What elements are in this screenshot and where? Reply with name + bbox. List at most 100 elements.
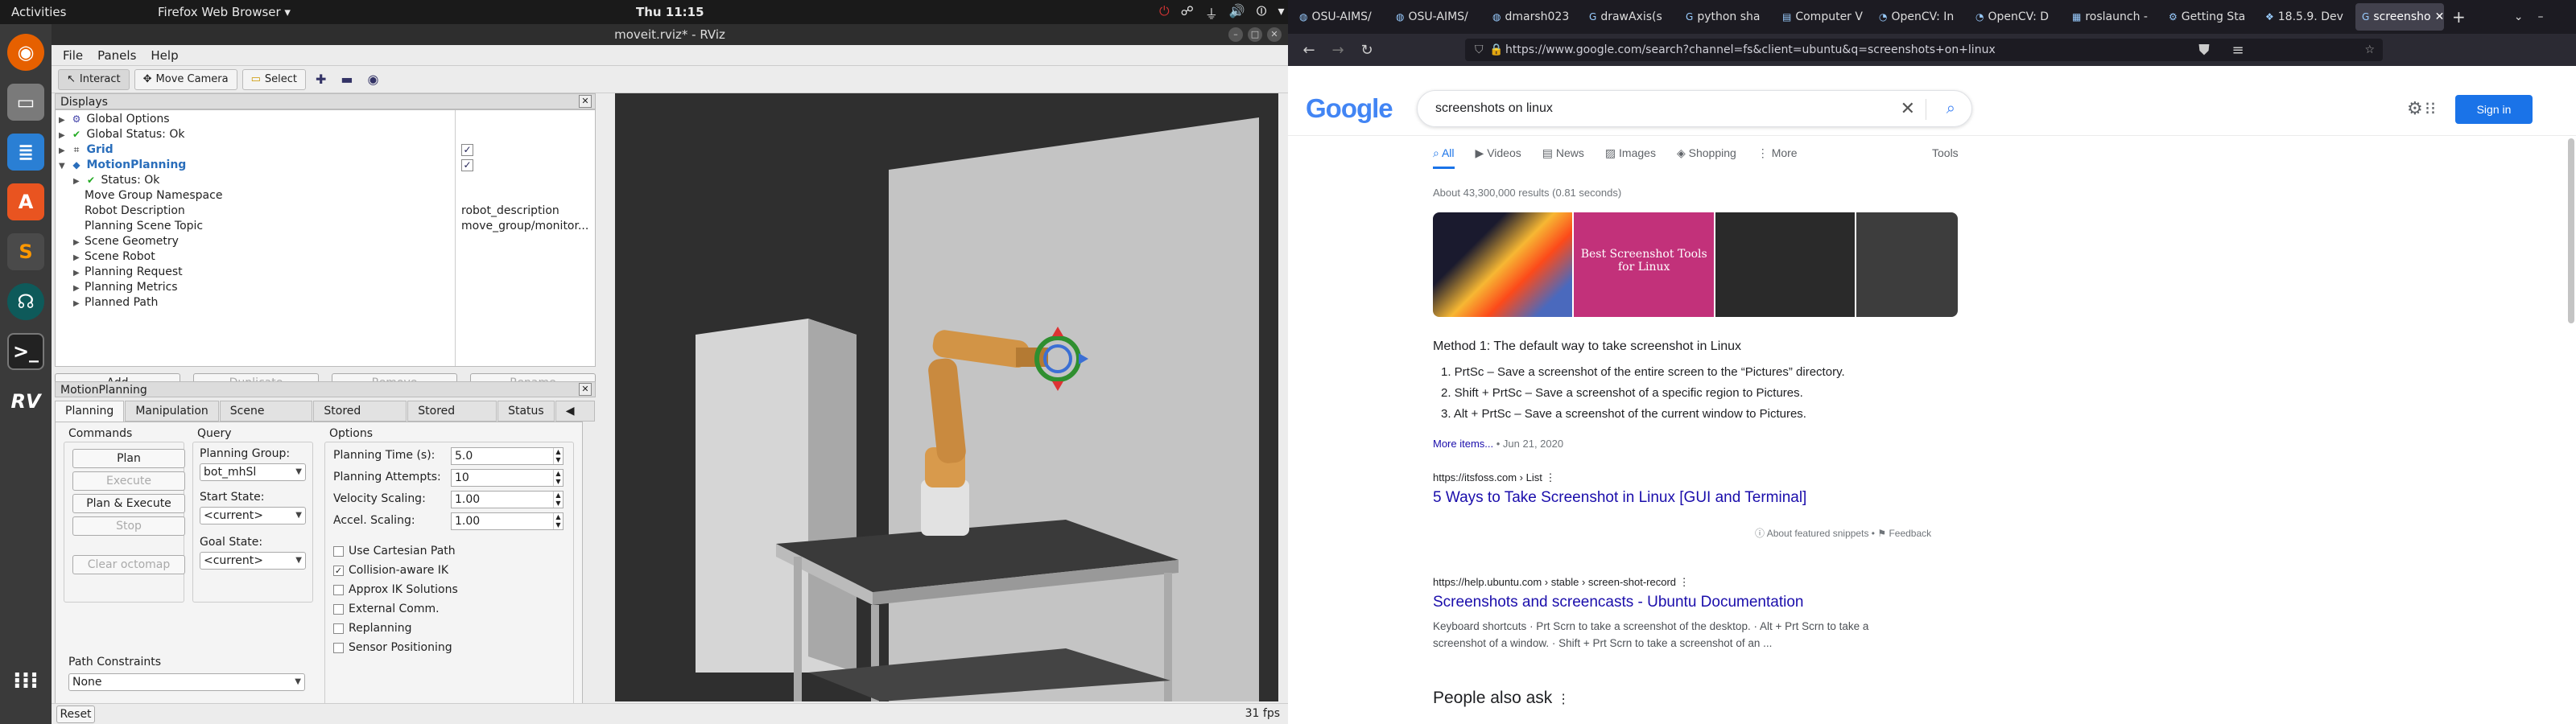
tree-row[interactable]: ▶ Planning Metrics (73, 280, 178, 295)
move-camera-tool[interactable]: ✥ Move Camera (134, 68, 237, 90)
activities-button[interactable]: Activities (11, 5, 66, 19)
chevron-down-icon[interactable]: ▾ (1278, 3, 1284, 23)
featured-link[interactable]: About featured snippets (1767, 528, 1869, 539)
close-button[interactable]: ✕ (1267, 27, 1282, 42)
tab-manipulation[interactable]: Manipulation (125, 401, 219, 422)
tab-stored-states[interactable]: Stored States (407, 401, 497, 437)
scrollbar[interactable] (2568, 138, 2574, 323)
apps-icon[interactable]: ⁝⁝ (2425, 98, 2436, 119)
accessibility-icon[interactable]: ⏚ (1205, 3, 1218, 23)
browser-tab[interactable]: ◍ OSU-AIMS/ (1389, 3, 1486, 31)
browser-tab[interactable]: ❖ 18.5.9. Dev (2259, 3, 2355, 31)
add-tool-icon[interactable]: ✚ (311, 72, 331, 87)
tree-row[interactable]: ▶ Scene Geometry (73, 234, 179, 249)
bookmark-star-icon[interactable]: ☆ (2364, 39, 2375, 61)
reset-button[interactable]: Reset (56, 705, 95, 723)
tools-button[interactable]: Tools (1932, 146, 1959, 159)
tree-row[interactable]: ▶ ⚙ Global Options (59, 112, 170, 127)
app-menu[interactable]: Firefox Web Browser ▾ (158, 5, 291, 19)
maximize-button[interactable]: □ (1248, 27, 1262, 42)
result-title-link[interactable]: 5 Ways to Take Screenshot in Linux [GUI … (1433, 489, 1806, 507)
tab-news[interactable]: ▤ News (1542, 146, 1584, 169)
sign-in-button[interactable]: Sign in (2455, 95, 2533, 124)
tree-row[interactable]: Move Group Namespace (85, 188, 222, 204)
plan-execute-button[interactable]: Plan & Execute (72, 494, 185, 513)
tab-status[interactable]: Status (497, 401, 555, 422)
writer-icon[interactable]: ≣ (7, 134, 44, 171)
stop-button[interactable]: Stop (72, 516, 185, 536)
grid-enable-checkbox[interactable]: ✓ (461, 144, 473, 156)
spin-arrows-icon[interactable]: ▲ ▼ (553, 513, 563, 529)
image-thumbnail[interactable]: Best Screenshot Tools for Linux (1574, 212, 1714, 317)
planning-scene-topic-value[interactable]: move_group/monitor... (461, 219, 593, 234)
system-tray[interactable]: ⏻ ☍ ⏚ 🔊 ⏼ ▾ (1159, 3, 1284, 23)
browser-tab[interactable]: ⚙ Getting Sta (2162, 3, 2259, 31)
tab-videos[interactable]: ▶ Videos (1476, 146, 1521, 169)
browser-tab[interactable]: ◍ OSU-AIMS/ (1293, 3, 1389, 31)
start-state-select[interactable]: <current> ▼ (200, 507, 306, 524)
pocket-icon[interactable]: ⛊ (2190, 42, 2219, 59)
search-icon[interactable]: ⌕ (1946, 91, 1955, 126)
google-logo[interactable]: Google (1306, 93, 1393, 124)
image-thumbnail[interactable] (1715, 212, 1856, 317)
approx-ik-checkbox[interactable]: Approx IK Solutions (333, 582, 458, 597)
window-minimize-icon[interactable]: – (2538, 10, 2544, 23)
goal-state-select[interactable]: <current> ▼ (200, 552, 306, 570)
image-thumbnail[interactable] (1433, 212, 1573, 317)
tab-scene-objects[interactable]: Scene Objects (219, 401, 313, 437)
path-constraints-select[interactable]: None ▼ (68, 673, 305, 691)
spin-arrows-icon[interactable]: ▲ ▼ (553, 470, 563, 486)
more-vert-icon[interactable]: ⋮ (1545, 471, 1555, 483)
collision-aware-ik-checkbox[interactable]: ✓ Collision-aware IK (333, 563, 448, 578)
reload-icon[interactable]: ↻ (1352, 42, 1381, 59)
checkbox-box[interactable] (333, 545, 344, 557)
minimize-button[interactable]: – (1228, 27, 1243, 42)
3d-viewport[interactable] (615, 93, 1278, 701)
tree-row[interactable]: ▶ Planned Path (73, 295, 158, 311)
power-icon[interactable]: ⏼ (1257, 3, 1267, 23)
tab-more[interactable]: ⋮ More (1757, 146, 1798, 169)
apps-grid-icon[interactable]: ⁝⁝⁝ (7, 661, 44, 698)
menu-panels[interactable]: Panels (97, 45, 136, 65)
tree-row[interactable]: ▶ ⌗ Grid (59, 142, 114, 158)
more-items-link[interactable]: More items... • Jun 21, 2020 (1433, 438, 1563, 450)
image-strip[interactable]: Best Screenshot Tools for Linux (1433, 212, 1958, 317)
velocity-scaling-input[interactable]: 1.00 ▲ ▼ (451, 491, 564, 508)
replanning-checkbox[interactable]: Replanning (333, 621, 411, 636)
rviz-titlebar[interactable]: moveit.rviz* - RViz – □ ✕ (52, 24, 1288, 45)
result-title-link[interactable]: Screenshots and screencasts - Ubuntu Doc… (1433, 594, 1803, 611)
tab-all[interactable]: ⌕ All (1433, 146, 1455, 169)
tab-images[interactable]: ▨ Images (1605, 146, 1656, 169)
motionplanning-enable-checkbox[interactable]: ✓ (461, 159, 473, 171)
checkbox-box[interactable] (333, 642, 344, 653)
sensor-positioning-checkbox[interactable]: Sensor Positioning (333, 640, 452, 655)
rviz-icon[interactable]: RV (7, 383, 44, 420)
tree-row[interactable]: ▶ ✔ Status: Ok (73, 173, 159, 188)
planning-attempts-input[interactable]: 10 ▲ ▼ (451, 469, 564, 487)
clear-octomap-button[interactable]: Clear octomap (72, 555, 185, 574)
browser-tab[interactable]: ◔ OpenCV: D (1969, 3, 2066, 31)
terminal-icon[interactable]: >_ (7, 333, 44, 370)
tree-row[interactable]: ▶ ✔ Global Status: Ok (59, 127, 184, 142)
tree-row[interactable]: ▶ Scene Robot (73, 249, 155, 265)
more-vert-icon[interactable]: ⋮ (1679, 576, 1690, 588)
browser-tab[interactable]: GdrawAxis(s (1583, 3, 1679, 31)
tab-stored-scenes[interactable]: Stored Scenes (313, 401, 407, 437)
network-icon[interactable]: ☍ (1181, 3, 1194, 23)
tab-shopping[interactable]: ◈ Shopping (1677, 146, 1736, 169)
checkbox-box[interactable] (333, 603, 344, 615)
spin-arrows-icon[interactable]: ▲ ▼ (553, 492, 563, 508)
back-icon[interactable]: ← (1294, 42, 1323, 59)
menu-file[interactable]: File (63, 45, 83, 65)
spin-arrows-icon[interactable]: ▲ ▼ (553, 448, 563, 464)
browser-tab[interactable]: ◔ OpenCV: In (1872, 3, 1969, 31)
search-input[interactable]: screenshots on linux ✕ ⌕ (1417, 90, 1972, 127)
clear-icon[interactable]: ✕ (1901, 91, 1915, 126)
browser-tab[interactable]: ▦ roslaunch - (2066, 3, 2162, 31)
close-icon[interactable]: ✕ (2435, 3, 2444, 31)
image-thumbnail[interactable] (1856, 212, 1958, 317)
tab-scroll-arrows[interactable]: ◀ ▶ (555, 401, 595, 437)
clock[interactable]: Thu 11:15 (636, 5, 704, 19)
close-panel-icon[interactable]: ✕ (579, 95, 592, 108)
plan-button[interactable]: Plan (72, 449, 185, 468)
